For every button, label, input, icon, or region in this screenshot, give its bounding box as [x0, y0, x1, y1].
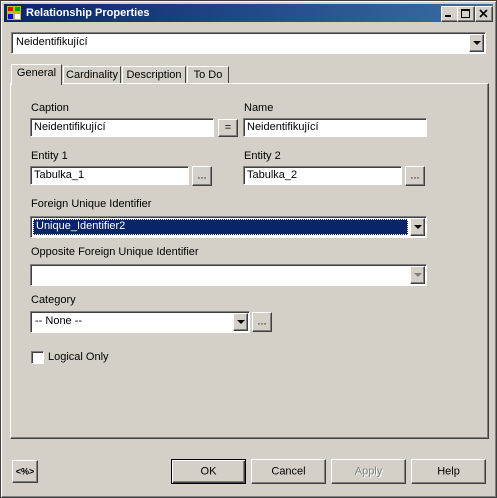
logical-only-label[interactable]: Logical Only [48, 351, 109, 363]
title-bar[interactable]: Relationship Properties [4, 4, 493, 22]
macro-button[interactable]: <%> [12, 460, 38, 483]
foreign-uid-label: Foreign Unique Identifier [31, 198, 152, 210]
relationship-properties-dialog: Relationship Properties Neidentifikující… [0, 0, 497, 498]
category-browse-button[interactable]: ... [252, 312, 272, 332]
tab-description[interactable]: Description [122, 66, 186, 84]
tab-to-do[interactable]: To Do [187, 66, 229, 84]
entity1-input[interactable]: Tabulka_1 [30, 166, 189, 185]
entity2-browse-button[interactable]: ... [405, 166, 425, 186]
window-title: Relationship Properties [26, 7, 150, 19]
apply-button[interactable]: Apply [331, 459, 406, 484]
caption-label: Caption [31, 102, 69, 114]
close-icon [479, 9, 488, 18]
copy-name-button[interactable]: = [218, 119, 238, 137]
chevron-down-icon[interactable] [233, 313, 248, 331]
ok-button[interactable]: OK [171, 459, 246, 484]
maximize-icon [461, 9, 470, 18]
name-label: Name [244, 102, 274, 114]
maximize-button[interactable] [457, 6, 475, 22]
app-icon [7, 6, 21, 20]
entity1-browse-button[interactable]: ... [192, 166, 212, 186]
foreign-uid-selected-value: Unique_Identifier2 [33, 219, 408, 235]
tab-cardinality[interactable]: Cardinality [63, 66, 121, 84]
opposite-foreign-uid-label: Opposite Foreign Unique Identifier [31, 246, 199, 258]
chevron-down-icon[interactable] [469, 34, 484, 52]
tab-general[interactable]: General [11, 64, 62, 85]
name-input[interactable]: Neidentifikující [243, 118, 427, 137]
close-button[interactable] [475, 6, 493, 22]
caption-input[interactable]: Neidentifikující [30, 118, 214, 137]
cancel-button[interactable]: Cancel [251, 459, 326, 484]
relationship-selector-value: Neidentifikující [16, 36, 88, 48]
opposite-foreign-uid-select[interactable] [30, 264, 427, 286]
logical-only-checkbox[interactable] [31, 351, 44, 364]
chevron-down-icon[interactable] [410, 266, 425, 284]
relationship-selector[interactable]: Neidentifikující [11, 32, 486, 54]
minimize-icon [445, 15, 451, 17]
chevron-down-icon[interactable] [410, 218, 425, 236]
category-select[interactable]: -- None -- [30, 311, 250, 333]
category-label: Category [31, 294, 76, 306]
foreign-uid-select[interactable]: Unique_Identifier2 [30, 216, 427, 238]
help-button[interactable]: Help [411, 459, 486, 484]
entity1-label: Entity 1 [31, 150, 68, 162]
entity2-input[interactable]: Tabulka_2 [243, 166, 402, 185]
entity2-label: Entity 2 [244, 150, 281, 162]
